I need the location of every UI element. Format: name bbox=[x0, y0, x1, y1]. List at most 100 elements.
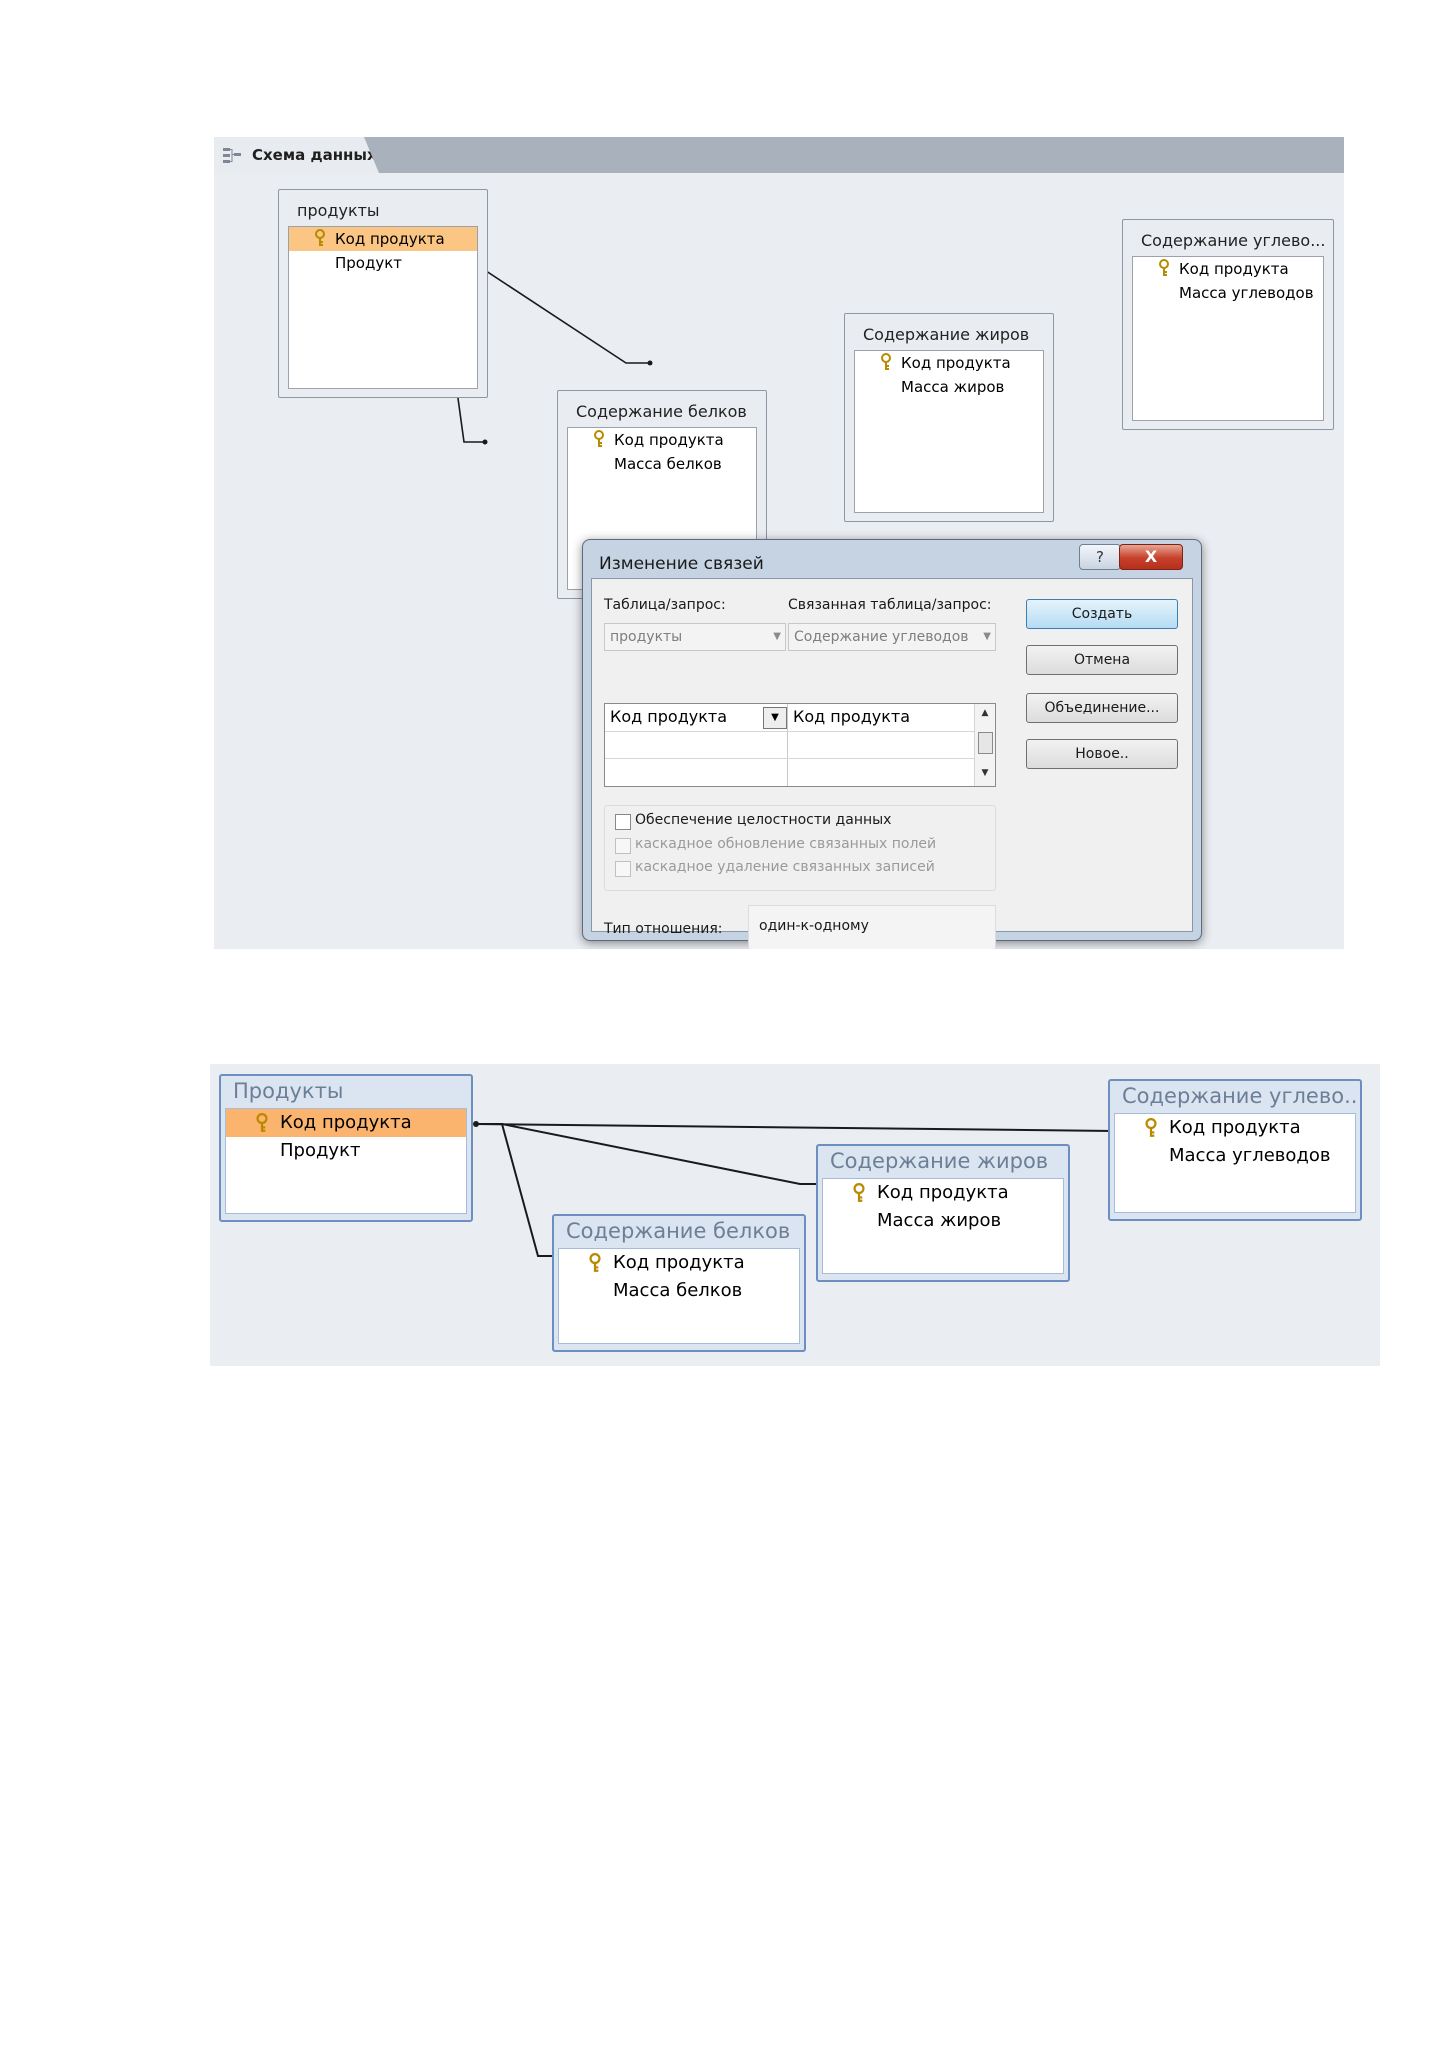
create-button[interactable]: Создать bbox=[1026, 599, 1178, 629]
field-row[interactable]: Масса белков bbox=[568, 452, 756, 476]
field-list: Код продукта Масса жиров bbox=[854, 350, 1044, 513]
table-uglevody[interactable]: Содержание углево... Код продукта Масса … bbox=[1108, 1079, 1362, 1221]
field-label: Масса углеводов bbox=[1179, 284, 1314, 302]
table-title: Содержание белков bbox=[566, 1219, 791, 1243]
key-icon bbox=[589, 1253, 601, 1272]
field-dropdown-button[interactable]: ▼ bbox=[763, 707, 787, 729]
field-mapping-grid: Код продукта ▼ Код продукта ▲ ▼ bbox=[604, 703, 996, 787]
table-zhiry[interactable]: Содержание жиров Код продукта Масса жиро… bbox=[844, 313, 1054, 522]
integrity-group: Обеспечение целостности данных каскадное… bbox=[604, 805, 996, 891]
grid-scrollbar[interactable]: ▲ ▼ bbox=[974, 704, 995, 786]
field-row-key[interactable]: Код продукта bbox=[568, 428, 756, 452]
cascade-delete-checkbox[interactable] bbox=[615, 861, 631, 877]
field-label: Код продукта bbox=[1169, 1117, 1301, 1138]
field-row-key[interactable]: Код продукта bbox=[1115, 1114, 1355, 1142]
field-label: Масса жиров bbox=[877, 1210, 1002, 1231]
new-button[interactable]: Новое.. bbox=[1026, 739, 1178, 769]
dialog-title: Изменение связей bbox=[599, 554, 764, 574]
field-list: Код продукта Масса белков bbox=[558, 1248, 800, 1344]
edit-relationships-dialog: Изменение связей ? X Таблица/запрос: Свя… bbox=[582, 539, 1202, 949]
relationship-schema-window: Схема данных продукты Код продукта Проду… bbox=[214, 137, 1344, 949]
field-row[interactable]: Масса белков bbox=[559, 1277, 799, 1305]
field-label: Масса белков bbox=[614, 455, 722, 473]
table-uglevody[interactable]: Содержание углево... Код продукта Масса … bbox=[1122, 219, 1334, 430]
field-row-key[interactable]: Код продукта bbox=[855, 351, 1043, 375]
cascade-delete-label: каскадное удаление связанных записей bbox=[635, 859, 935, 875]
table-produkty[interactable]: Продукты Код продукта Продукт bbox=[219, 1074, 473, 1222]
field-list: Код продукта Масса жиров bbox=[822, 1178, 1064, 1274]
field-row-key[interactable]: Код продукта bbox=[1133, 257, 1323, 281]
dialog-body: Таблица/запрос: Связанная таблица/запрос… bbox=[591, 578, 1193, 949]
integrity-label: Обеспечение целостности данных bbox=[635, 812, 892, 828]
field-list: Код продукта Продукт bbox=[225, 1108, 467, 1214]
relation-type-label: Тип отношения: bbox=[604, 921, 723, 937]
chevron-down-icon: ▼ bbox=[773, 631, 781, 642]
field-list: Код продукта Продукт bbox=[288, 226, 478, 389]
table-title: Содержание углево... bbox=[1141, 231, 1326, 250]
field-label: Код продукта bbox=[901, 354, 1011, 372]
table-zhiry[interactable]: Содержание жиров Код продукта Масса жиро… bbox=[816, 1144, 1070, 1282]
grid-divider bbox=[787, 704, 788, 786]
field-label: Код продукта bbox=[613, 1252, 745, 1273]
key-icon bbox=[1159, 259, 1169, 276]
field-row-key[interactable]: Код продукта bbox=[559, 1249, 799, 1277]
field-row[interactable]: Масса углеводов bbox=[1133, 281, 1323, 305]
field-label: Масса белков bbox=[613, 1280, 743, 1301]
join-type-button[interactable]: Объединение... bbox=[1026, 693, 1178, 723]
table-title: Продукты bbox=[233, 1079, 344, 1103]
field-label: Код продукта bbox=[877, 1182, 1009, 1203]
field-list: Код продукта Масса углеводов bbox=[1114, 1113, 1356, 1213]
close-button[interactable]: X bbox=[1119, 544, 1183, 570]
field-label: Масса жиров bbox=[901, 378, 1005, 396]
scroll-thumb[interactable] bbox=[978, 732, 993, 754]
cancel-button[interactable]: Отмена bbox=[1026, 645, 1178, 675]
table-title: Содержание жиров bbox=[863, 325, 1030, 344]
grid-row-line bbox=[605, 731, 975, 732]
key-icon bbox=[1145, 1118, 1157, 1137]
table-query-label: Таблица/запрос: bbox=[604, 597, 726, 613]
chevron-down-icon: ▼ bbox=[983, 631, 991, 642]
field-label: Код продукта bbox=[280, 1112, 412, 1133]
key-icon bbox=[881, 353, 891, 370]
table-title: Содержание жиров bbox=[830, 1149, 1049, 1173]
field-label: Масса углеводов bbox=[1169, 1145, 1331, 1166]
scroll-down-icon[interactable]: ▼ bbox=[975, 768, 995, 778]
table-title: Содержание углево... bbox=[1122, 1084, 1356, 1108]
field-row[interactable]: Масса углеводов bbox=[1115, 1142, 1355, 1170]
field-row[interactable]: Продукт bbox=[289, 251, 477, 275]
left-field-cell[interactable]: Код продукта bbox=[610, 704, 727, 730]
cascade-update-checkbox[interactable] bbox=[615, 838, 631, 854]
key-icon bbox=[594, 430, 604, 447]
related-table-select[interactable]: Содержание углеводов ▼ bbox=[788, 623, 996, 651]
key-icon bbox=[256, 1113, 268, 1132]
table-produkty[interactable]: продукты Код продукта Продукт bbox=[278, 189, 488, 398]
key-icon bbox=[315, 229, 325, 246]
right-field-cell[interactable]: Код продукта bbox=[793, 704, 910, 730]
field-list: Код продукта Масса углеводов bbox=[1132, 256, 1324, 421]
table-title: продукты bbox=[297, 201, 380, 220]
integrity-checkbox[interactable] bbox=[615, 814, 631, 830]
relationship-schema-result: Продукты Код продукта Продукт Содержание… bbox=[210, 1064, 1380, 1366]
related-table-label: Связанная таблица/запрос: bbox=[788, 597, 992, 613]
cascade-update-label: каскадное обновление связанных полей bbox=[635, 836, 937, 852]
field-row-key[interactable]: Код продукта bbox=[289, 227, 477, 251]
relation-line-belki bbox=[476, 1123, 557, 1257]
table-belki[interactable]: Содержание белков Код продукта Масса бел… bbox=[552, 1214, 806, 1352]
field-row[interactable]: Масса жиров bbox=[823, 1207, 1063, 1235]
field-label: Продукт bbox=[280, 1140, 361, 1161]
help-button[interactable]: ? bbox=[1079, 544, 1121, 570]
field-row-key[interactable]: Код продукта bbox=[226, 1109, 466, 1137]
field-row[interactable]: Масса жиров bbox=[855, 375, 1043, 399]
related-table-select-value: Содержание углеводов bbox=[794, 629, 969, 645]
field-row-key[interactable]: Код продукта bbox=[823, 1179, 1063, 1207]
table-select-value: продукты bbox=[610, 629, 683, 645]
relation-type-value: один-к-одному bbox=[759, 918, 869, 934]
table-select[interactable]: продукты ▼ bbox=[604, 623, 786, 651]
relation-line-zhiry bbox=[476, 1123, 821, 1185]
field-label: Продукт bbox=[335, 254, 403, 272]
relation-line-uglevody bbox=[475, 1123, 1115, 1132]
field-label: Код продукта bbox=[614, 431, 724, 449]
relation-type-box: один-к-одному bbox=[748, 905, 996, 949]
scroll-up-icon[interactable]: ▲ bbox=[975, 708, 995, 718]
field-row[interactable]: Продукт bbox=[226, 1137, 466, 1165]
